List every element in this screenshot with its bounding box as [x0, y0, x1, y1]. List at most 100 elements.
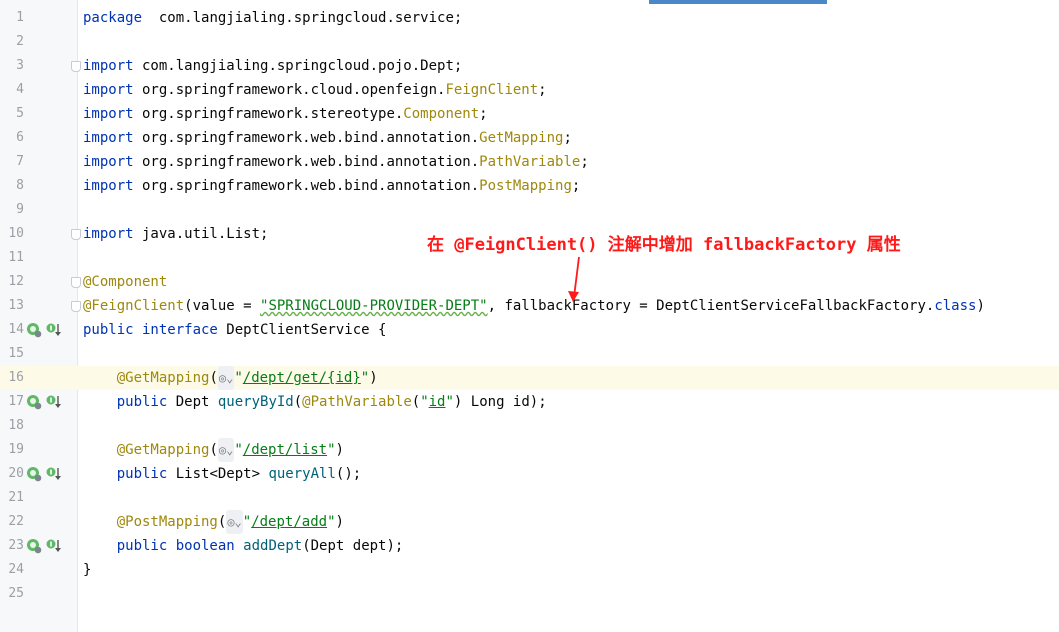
code-line[interactable]: 24} [0, 558, 1059, 582]
code-token: " [420, 394, 429, 410]
code-line[interactable]: 14 public interface DeptClientService { [0, 318, 1059, 342]
line-number: 11 [8, 250, 24, 265]
code-token: import [83, 130, 134, 146]
line-number: 8 [16, 178, 24, 193]
code-line[interactable]: 20 public List<Dept> queryAll(); [0, 462, 1059, 486]
url-globe-icon[interactable]: ◎⌄ [217, 366, 235, 390]
code-token: ; [571, 178, 581, 194]
code-token: addDept [243, 538, 303, 554]
web-client-icon[interactable] [26, 538, 42, 554]
code-token: import [83, 82, 134, 98]
implemented-by-icon[interactable] [46, 538, 62, 554]
code-token: ( [209, 370, 218, 386]
code-line[interactable]: 23 public boolean addDept(Dept dept); [0, 534, 1059, 558]
code-text: } [83, 558, 91, 582]
fold-marker-icon[interactable] [71, 229, 81, 240]
code-token: ) [369, 370, 378, 386]
code-text: @GetMapping(◎⌄"/dept/list") [83, 438, 344, 462]
code-text: @GetMapping(◎⌄"/dept/get/{id}") [83, 366, 378, 390]
code-line[interactable]: 4 import org.springframework.cloud.openfe… [0, 78, 1059, 102]
code-token: " [234, 370, 243, 386]
code-token: , fallbackFactory = DeptClientServiceFal… [487, 298, 935, 314]
code-line[interactable]: 5 import org.springframework.stereotype.C… [0, 102, 1059, 126]
line-number: 13 [8, 298, 24, 313]
code-token: ( [411, 394, 421, 410]
fold-marker-icon[interactable] [71, 277, 81, 288]
code-line[interactable]: 25 [0, 582, 1059, 606]
code-text: public Dept queryById(@PathVariable("id"… [83, 390, 547, 414]
code-line[interactable]: 6 import org.springframework.web.bind.ann… [0, 126, 1059, 150]
code-token: queryAll [268, 466, 336, 482]
code-token: @GetMapping [116, 370, 210, 386]
code-text: import org.springframework.web.bind.anno… [83, 126, 572, 150]
code-token: ; [563, 130, 572, 146]
url-globe-icon[interactable]: ◎⌄ [217, 438, 235, 462]
code-token: import [83, 178, 134, 194]
line-number: 16 [8, 370, 24, 385]
code-editor[interactable]: 1 package com.langjialing.springcloud.ser… [0, 6, 1059, 606]
line-number: 12 [8, 274, 24, 289]
web-client-icon[interactable] [26, 394, 42, 410]
code-text: import org.springframework.stereotype.Co… [83, 102, 488, 126]
code-line[interactable]: 15 [0, 342, 1059, 366]
line-number: 24 [8, 562, 24, 577]
code-line[interactable]: 18 [0, 414, 1059, 438]
code-token: @PostMapping [116, 514, 218, 530]
code-line[interactable]: 12 @Component [0, 270, 1059, 294]
code-token: ( [209, 442, 218, 458]
code-token: ) [335, 442, 344, 458]
line-number: 25 [8, 586, 24, 601]
url-globe-icon[interactable]: ◎⌄ [226, 510, 243, 534]
code-token: Component [403, 106, 480, 122]
code-text: import org.springframework.web.bind.anno… [83, 150, 589, 174]
code-line[interactable]: 7 import org.springframework.web.bind.ann… [0, 150, 1059, 174]
line-number: 14 [8, 322, 24, 337]
code-line[interactable]: 9 [0, 198, 1059, 222]
code-token: public boolean [116, 538, 235, 554]
line-number: 10 [8, 226, 24, 241]
fold-marker-icon[interactable] [71, 301, 81, 312]
code-line[interactable]: 2 [0, 30, 1059, 54]
code-line[interactable]: 17 public Dept queryById(@PathVariable("… [0, 390, 1059, 414]
code-line[interactable]: 21 [0, 486, 1059, 510]
code-token: ) [335, 514, 344, 530]
code-token: } [83, 562, 92, 578]
web-client-icon[interactable] [26, 466, 42, 482]
code-token: ( [293, 394, 303, 410]
code-text: public interface DeptClientService { [83, 318, 386, 342]
code-line[interactable]: 19 @GetMapping(◎⌄"/dept/list") [0, 438, 1059, 462]
code-line[interactable]: 3 import com.langjialing.springcloud.pojo… [0, 54, 1059, 78]
code-token: public interface [83, 322, 218, 338]
line-number: 7 [16, 154, 24, 169]
code-token[interactable]: /dept/list [243, 442, 327, 458]
implemented-by-icon[interactable] [46, 394, 62, 410]
code-token: org.springframework.stereotype. [133, 106, 404, 122]
code-token[interactable]: /dept/get/{id} [243, 370, 361, 386]
code-line[interactable]: 16 @GetMapping(◎⌄"/dept/get/{id}") [0, 366, 1059, 390]
web-client-icon[interactable] [26, 322, 42, 338]
implemented-by-icon[interactable] [46, 466, 62, 482]
code-token: com.langjialing.springcloud.pojo.Dept; [133, 58, 463, 74]
code-token: " [234, 442, 243, 458]
code-token[interactable]: /dept/add [251, 514, 327, 530]
code-line[interactable]: 22 @PostMapping(◎⌄"/dept/add") [0, 510, 1059, 534]
code-token: Dept [167, 394, 218, 410]
code-token: " [327, 442, 336, 458]
code-token: package [83, 10, 143, 26]
line-number: 23 [8, 538, 24, 553]
code-line[interactable]: 13 @FeignClient(value = "SPRINGCLOUD-PROV… [0, 294, 1059, 318]
code-token: " [445, 394, 454, 410]
line-number: 17 [8, 394, 24, 409]
code-text: import org.springframework.cloud.openfei… [83, 78, 547, 102]
code-token: PathVariable [479, 154, 581, 170]
code-line[interactable]: 1 package com.langjialing.springcloud.ser… [0, 6, 1059, 30]
line-number: 6 [16, 130, 24, 145]
code-line[interactable]: 8 import org.springframework.web.bind.ann… [0, 174, 1059, 198]
code-token[interactable]: id [429, 394, 446, 410]
line-number: 18 [8, 418, 24, 433]
implemented-by-icon[interactable] [46, 322, 62, 338]
fold-marker-icon[interactable] [71, 61, 81, 72]
